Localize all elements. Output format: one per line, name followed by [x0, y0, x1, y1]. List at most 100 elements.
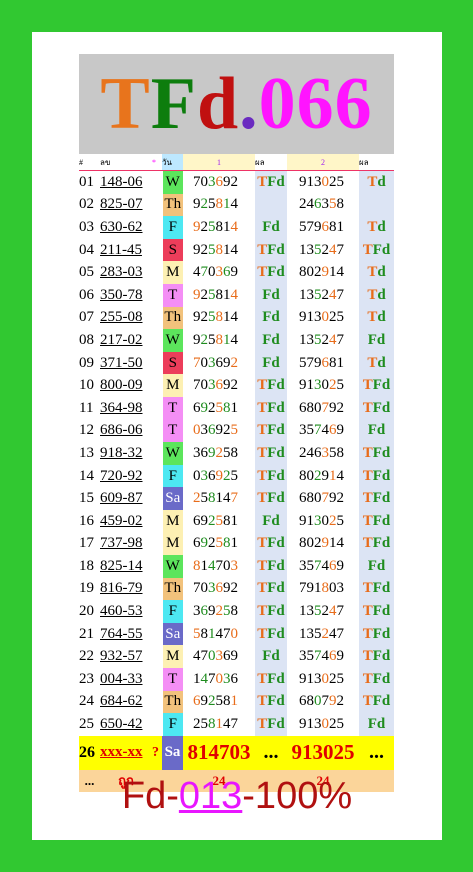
row-code: 148-06	[100, 170, 152, 194]
row-mark-1: Fd	[255, 306, 287, 330]
row-code: 684-62	[100, 690, 152, 714]
digit: 9	[299, 670, 307, 687]
row-number-1: 258147	[183, 713, 255, 736]
digit: 2	[329, 716, 337, 733]
row-day: F	[161, 600, 183, 623]
digit: 8	[299, 264, 307, 281]
footer-prefix: Fd-	[121, 775, 179, 817]
mark-letter: T	[362, 512, 373, 529]
digit: 9	[230, 264, 239, 281]
digit: 7	[299, 580, 307, 597]
row-day: M	[161, 645, 183, 669]
row-number-1: 036925	[183, 464, 255, 488]
table-row: 18 825-14 W 814703 TFd 357469 Fd	[79, 555, 394, 578]
row-index: 19	[79, 577, 100, 601]
row-spacer	[152, 238, 162, 262]
row-number-1: 369258	[183, 442, 255, 465]
mark-letter: T	[362, 670, 373, 687]
table-row: 13 918-32 W 369258 TFd 246358 TFd	[79, 442, 394, 465]
digit: 8	[306, 693, 315, 710]
row-number-2: 135247	[287, 283, 359, 307]
row-day: Th	[161, 690, 183, 714]
digit: 2	[200, 196, 209, 213]
mark-letter: d	[377, 264, 386, 281]
digit: 5	[336, 670, 345, 687]
digit: 9	[193, 196, 201, 213]
mark-letter: T	[257, 625, 268, 642]
row-code: 800-09	[100, 374, 152, 397]
row-spacer	[152, 442, 162, 465]
digit: 6	[321, 218, 330, 235]
digit: 2	[230, 354, 239, 371]
row-number-1: 703692	[183, 374, 255, 397]
banner-title: TFd.066	[79, 54, 394, 154]
table-row: 25 650-42 F 258147 TFd 913025 Fd	[79, 713, 394, 736]
row-code: 004-33	[100, 668, 152, 691]
row-spacer	[152, 645, 162, 669]
digit: 7	[321, 399, 330, 416]
mark-letter: F	[372, 512, 382, 529]
row-day: T	[161, 419, 183, 443]
digit: 9	[299, 512, 307, 529]
mark-letter: d	[276, 625, 285, 642]
row-mark-2: Fd	[359, 713, 394, 736]
digit: 4	[215, 625, 224, 642]
digit: 6	[215, 580, 224, 597]
digit: 6	[299, 693, 307, 710]
digit: 2	[223, 422, 231, 439]
row-number-2: 913025	[287, 713, 359, 736]
digit: 8	[230, 603, 239, 620]
mark-letter: d	[271, 354, 280, 371]
mark-letter: T	[257, 557, 268, 574]
row-mark-1: TFd	[255, 238, 287, 262]
digit: 2	[321, 241, 330, 258]
row-index: 21	[79, 622, 100, 646]
mark-letter: T	[257, 490, 268, 507]
digit: 9	[321, 467, 330, 484]
row-spacer	[152, 713, 162, 736]
row-code: 460-53	[100, 600, 152, 623]
digit: 1	[208, 625, 216, 642]
digit: 2	[329, 670, 337, 687]
digit: 4	[329, 603, 337, 620]
digit: 4	[223, 716, 231, 733]
row-number-1: 814703	[183, 555, 255, 578]
digit: 5	[215, 399, 224, 416]
mark-letter: T	[257, 580, 268, 597]
digit: 3	[299, 648, 307, 665]
mark-letter: d	[276, 377, 285, 394]
digit: 0	[208, 648, 216, 665]
row-number-2: 135247	[287, 600, 359, 623]
row-mark-1: TFd	[255, 442, 287, 465]
row-mark-2: TFd	[359, 442, 394, 465]
digit: 7	[230, 716, 239, 733]
mark-letter: T	[367, 264, 378, 281]
digit: 4	[329, 286, 337, 303]
banner-title-part: .	[239, 63, 259, 145]
digit: 1	[230, 693, 239, 710]
mark-letter: F	[372, 670, 382, 687]
mark-letter: d	[276, 173, 285, 190]
digit: 0	[314, 693, 322, 710]
mark-letter: d	[381, 535, 391, 552]
row-spacer	[152, 464, 162, 488]
digit: 7	[314, 557, 322, 574]
digit: 3	[299, 422, 307, 439]
prediction-number-1: 814703	[183, 735, 255, 770]
header-mark1: ผล	[255, 154, 287, 171]
digit: 5	[336, 377, 345, 394]
row-number-1: 925814	[183, 216, 255, 239]
mark-letter: T	[367, 173, 378, 190]
table-row: 19 816-79 Th 703692 TFd 791803 TFd	[79, 577, 394, 601]
row-number-2: 680792	[287, 690, 359, 714]
mark-letter: F	[372, 399, 382, 416]
prediction-question: ?	[152, 735, 162, 770]
digit: 0	[215, 670, 224, 687]
row-number-2: 680792	[287, 487, 359, 510]
digit: 8	[336, 196, 345, 213]
mark-letter: d	[381, 693, 391, 710]
digit: 5	[215, 693, 224, 710]
row-index: 04	[79, 238, 100, 262]
digit: 0	[193, 467, 201, 484]
digit: 5	[314, 286, 322, 303]
